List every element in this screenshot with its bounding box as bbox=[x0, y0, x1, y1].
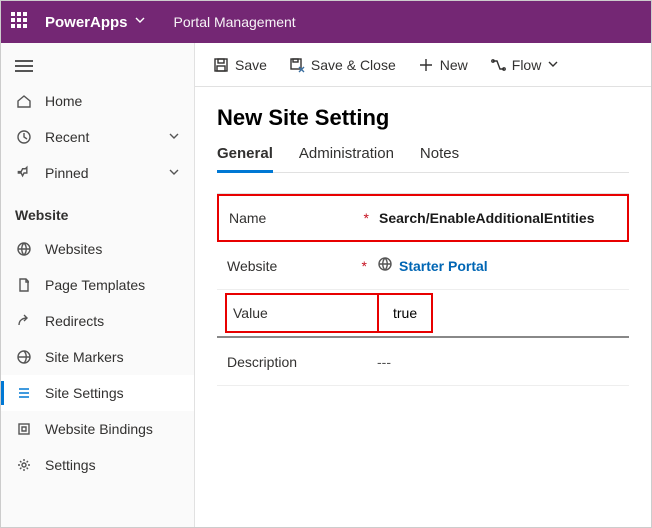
app-area: Portal Management bbox=[174, 14, 296, 30]
sidebar-item-site-markers[interactable]: Site Markers bbox=[1, 339, 194, 375]
cmd-label: Save & Close bbox=[311, 57, 396, 73]
sidebar-item-pinned[interactable]: Pinned bbox=[1, 155, 194, 191]
field-website-row: Website* Starter Portal bbox=[217, 242, 629, 290]
sidebar-item-recent[interactable]: Recent bbox=[1, 119, 194, 155]
sidebar-item-label: Pinned bbox=[45, 165, 89, 181]
hamburger-icon[interactable] bbox=[1, 49, 194, 83]
website-lookup[interactable]: Starter Portal bbox=[377, 256, 619, 275]
field-label: Value bbox=[227, 295, 377, 331]
name-input[interactable]: Search/EnableAdditionalEntities bbox=[379, 210, 617, 226]
save-icon bbox=[213, 57, 229, 73]
app-name[interactable]: PowerApps bbox=[45, 14, 128, 31]
required-indicator: * bbox=[362, 258, 367, 274]
flow-icon bbox=[490, 57, 506, 73]
home-icon bbox=[15, 92, 33, 110]
pin-icon bbox=[15, 164, 33, 182]
new-button[interactable]: New bbox=[418, 57, 468, 73]
plus-icon bbox=[418, 57, 434, 73]
form: Name* Search/EnableAdditionalEntities We… bbox=[217, 193, 629, 386]
sidebar-item-website-bindings[interactable]: Website Bindings bbox=[1, 411, 194, 447]
app-launcher-icon[interactable] bbox=[11, 12, 31, 32]
sidebar-item-label: Website Bindings bbox=[45, 421, 153, 437]
page-title: New Site Setting bbox=[217, 105, 629, 131]
sidebar-item-websites[interactable]: Websites bbox=[1, 231, 194, 267]
global-header: PowerApps Portal Management bbox=[1, 1, 651, 43]
field-label: Website* bbox=[227, 258, 377, 274]
tab-notes[interactable]: Notes bbox=[420, 145, 459, 172]
value-input[interactable]: true bbox=[377, 295, 431, 331]
field-description-row: Description --- bbox=[217, 338, 629, 386]
field-label: Description bbox=[227, 354, 377, 370]
sidebar-item-label: Recent bbox=[45, 129, 89, 145]
cmd-label: Flow bbox=[512, 57, 542, 73]
flow-button[interactable]: Flow bbox=[490, 57, 560, 73]
field-name-row: Name* Search/EnableAdditionalEntities bbox=[217, 194, 629, 242]
sidebar-item-label: Site Settings bbox=[45, 385, 124, 401]
sidebar: Home Recent Pinned Website Websites Page… bbox=[1, 43, 195, 527]
cmd-label: Save bbox=[235, 57, 267, 73]
bind-icon bbox=[15, 420, 33, 438]
cmd-label: New bbox=[440, 57, 468, 73]
globe-icon bbox=[15, 240, 33, 258]
save-close-button[interactable]: Save & Close bbox=[289, 57, 396, 73]
save-close-icon bbox=[289, 57, 305, 73]
chevron-down-icon[interactable] bbox=[134, 13, 146, 31]
redirect-icon bbox=[15, 312, 33, 330]
chevron-down-icon bbox=[547, 57, 559, 73]
required-indicator: * bbox=[364, 210, 369, 226]
sidebar-item-label: Settings bbox=[45, 457, 96, 473]
globe-icon bbox=[15, 348, 33, 366]
sidebar-item-label: Home bbox=[45, 93, 82, 109]
save-button[interactable]: Save bbox=[213, 57, 267, 73]
field-label: Name* bbox=[229, 210, 379, 226]
sidebar-item-page-templates[interactable]: Page Templates bbox=[1, 267, 194, 303]
sidebar-item-label: Redirects bbox=[45, 313, 104, 329]
tab-general[interactable]: General bbox=[217, 145, 273, 173]
command-bar: Save Save & Close New Flow bbox=[195, 43, 651, 87]
page-icon bbox=[15, 276, 33, 294]
sidebar-item-settings[interactable]: Settings bbox=[1, 447, 194, 483]
chevron-down-icon bbox=[168, 165, 180, 181]
chevron-down-icon bbox=[168, 129, 180, 145]
gear-icon bbox=[15, 456, 33, 474]
sidebar-item-label: Websites bbox=[45, 241, 102, 257]
clock-icon bbox=[15, 128, 33, 146]
globe-icon bbox=[377, 256, 393, 275]
sidebar-item-label: Page Templates bbox=[45, 277, 145, 293]
field-value-row: Value true bbox=[217, 290, 629, 338]
sidebar-item-redirects[interactable]: Redirects bbox=[1, 303, 194, 339]
tab-list: General Administration Notes bbox=[217, 145, 629, 173]
sidebar-item-home[interactable]: Home bbox=[1, 83, 194, 119]
sidebar-item-site-settings[interactable]: Site Settings bbox=[1, 375, 194, 411]
description-input[interactable]: --- bbox=[377, 354, 619, 370]
list-icon bbox=[15, 384, 33, 402]
sidebar-section-website: Website bbox=[1, 191, 194, 231]
sidebar-item-label: Site Markers bbox=[45, 349, 124, 365]
main-area: Save Save & Close New Flow New Site Sett… bbox=[195, 43, 651, 527]
tab-administration[interactable]: Administration bbox=[299, 145, 394, 172]
